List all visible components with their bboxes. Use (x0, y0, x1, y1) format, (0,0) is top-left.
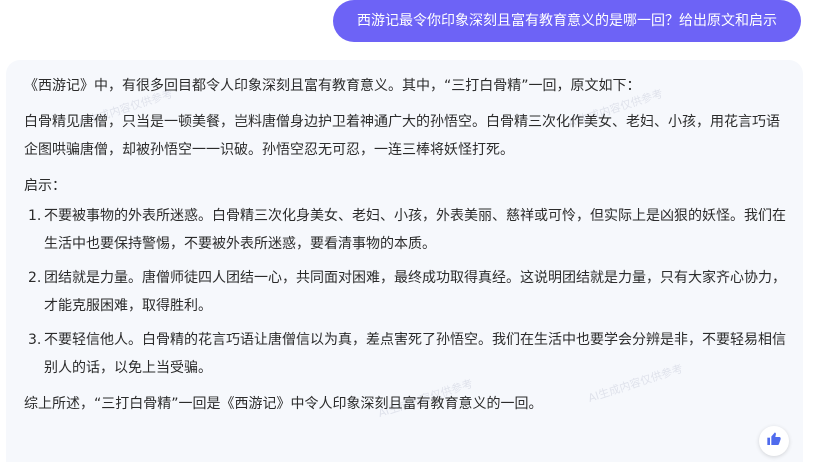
assistant-answer-card: AI生成内容仅供参考 AI生成内容仅供参考 AI生成内容仅供参考 AI生成内容仅… (6, 60, 803, 462)
list-item-number: 1. (28, 208, 42, 224)
like-button[interactable] (759, 426, 789, 456)
list-item: 1. 不要被事物的外表所迷惑。白骨精三次化身美女、老妇、小孩，外表美丽、慈祥或可… (24, 202, 787, 258)
answer-intro: 《西游记》中，有很多回目都令人印象深刻且富有教育意义。其中，“三打白骨精”一回，… (24, 78, 641, 94)
list-item-number: 2. (28, 270, 42, 286)
list-item-text: 团结就是力量。唐僧师徒四人团结一心，共同面对困难，最终成功取得真经。这说明团结就… (44, 270, 786, 314)
original-text: 白骨精见唐僧，只当是一顿美餐，岂料唐僧身边护卫着神通广大的孙悟空。白骨精三次化作… (24, 114, 780, 158)
user-message-bubble: 西游记最令你印象深刻且富有教育意义的是哪一回？给出原文和启示 (333, 0, 801, 42)
answer-body: 《西游记》中，有很多回目都令人印象深刻且富有教育意义。其中，“三打白骨精”一回，… (24, 72, 787, 426)
list-item-text: 不要轻信他人。白骨精的花言巧语让唐僧信以为真，差点害死了孙悟空。我们在生活中也要… (44, 332, 786, 376)
list-item-number: 3. (28, 332, 42, 348)
answer-conclusion: 综上所述，“三打白骨精”一回是《西游记》中令人印象深刻且富有教育意义的一回。 (24, 396, 543, 412)
list-item: 3. 不要轻信他人。白骨精的花言巧语让唐僧信以为真，差点害死了孙悟空。我们在生活… (24, 326, 787, 382)
list-item: 2. 团结就是力量。唐僧师徒四人团结一心，共同面对困难，最终成功取得真经。这说明… (24, 264, 787, 320)
list-item-text: 不要被事物的外表所迷惑。白骨精三次化身美女、老妇、小孩，外表美丽、慈祥或可怜，但… (44, 208, 786, 252)
insights-heading: 启示： (24, 178, 66, 194)
insights-list: 1. 不要被事物的外表所迷惑。白骨精三次化身美女、老妇、小孩，外表美丽、慈祥或可… (24, 202, 787, 382)
thumbs-up-icon (766, 431, 782, 451)
